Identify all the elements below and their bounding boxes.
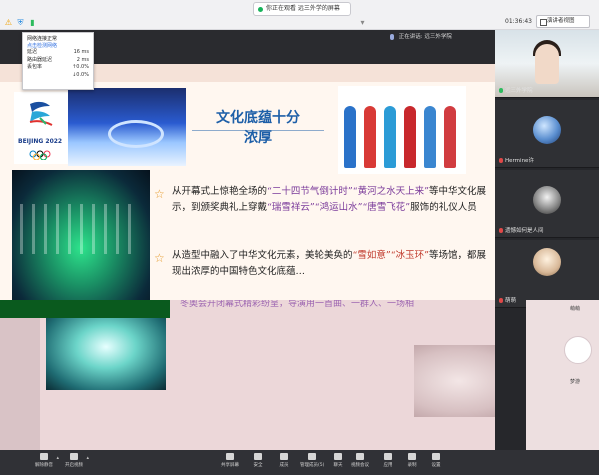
costume-figure <box>404 106 416 168</box>
security-button[interactable]: 安全 <box>246 453 270 473</box>
share-status-dot <box>258 7 263 12</box>
winter-olympics-emblem-icon <box>29 101 53 126</box>
record-button[interactable]: 录制 <box>400 453 424 473</box>
participant-name: 萌萌 <box>499 296 516 304</box>
shield-icon <box>254 453 262 460</box>
members-button[interactable]: 成员 <box>272 453 296 473</box>
shared-slide: BEIJING 2022 文化底蕴十分 浓厚 ☆ 从开幕式上惊艳全场的“二十四节… <box>0 64 495 300</box>
network-ok-text: 网络连接正常 <box>27 36 58 42</box>
mic-muted-icon <box>499 228 503 233</box>
costume-figure <box>364 106 376 168</box>
slide-title-line2: 浓厚 <box>244 130 272 146</box>
chevron-down-icon[interactable]: ▾ <box>358 18 367 27</box>
mic-icon <box>499 88 503 93</box>
people-icon <box>280 453 288 460</box>
mic-muted-icon <box>499 298 503 303</box>
share-icon <box>226 453 234 460</box>
chat-icon <box>334 453 342 460</box>
network-row: 延迟 16 ms <box>27 49 89 55</box>
avatar <box>564 336 592 364</box>
beijing-2022-logo: BEIJING 2022 <box>14 92 68 164</box>
logo-text: BEIJING 2022 <box>18 138 63 145</box>
mosaic-image <box>414 345 495 417</box>
network-row: 路由器延迟 2 ms <box>27 56 89 63</box>
speaker-view-label: 演讲者视图 <box>547 18 575 24</box>
mute-button[interactable]: 解除静音 ▴ <box>32 453 59 473</box>
users-icon <box>308 453 316 460</box>
paragraph-2: 从造型中融入了中华文化元素，美轮美奂的“雪如意”“冰玉环”等场馆，都展现出浓厚的… <box>172 250 486 277</box>
performers-shape <box>20 204 140 254</box>
costume-figure <box>344 106 356 168</box>
gear-icon <box>432 453 440 460</box>
participant-video <box>535 44 559 84</box>
star-bullet-icon: ☆ <box>154 187 165 201</box>
right-lower-label: 萌萌 <box>570 306 581 312</box>
stadium-ring-shape <box>108 120 164 148</box>
chevron-up-icon[interactable]: ▴ <box>86 455 89 461</box>
speaker-view-button[interactable]: 演讲者视图 <box>536 15 590 28</box>
slide-title-line1: 文化底蕴十分 <box>216 110 300 126</box>
record-icon <box>408 453 416 460</box>
ceremony-costumes-photo <box>338 86 466 174</box>
participant-tile[interactable]: 遗憾如何是人间 <box>495 170 599 238</box>
network-status-popup: 网络连接正常 点击检测网络 延迟 16 ms 路由器延迟 2 ms 丢包率 ↑0.0%… <box>22 32 94 90</box>
signal-icon[interactable]: ▮ <box>28 18 37 27</box>
title-divider <box>192 130 324 131</box>
avatar <box>533 186 561 214</box>
participant-tile[interactable]: 远三外学院 <box>495 30 599 98</box>
mic-icon <box>40 453 48 460</box>
video-icon <box>356 453 364 460</box>
settings-button[interactable]: 设置 <box>424 453 448 473</box>
share-banner-text: 你正在观看 远三外学的屏幕 <box>266 5 340 12</box>
chat-button[interactable]: 聊天 <box>326 453 350 473</box>
video-button[interactable]: 开启视频 ▴ <box>62 453 89 473</box>
shared-screen-lower: 冬奥会开闭幕式精彩纷呈，导演用一首曲、一群人、一场相 <box>0 300 495 450</box>
warning-icon[interactable]: ⚠ <box>4 18 13 27</box>
paragraph-1: 从开幕式上惊艳全场的“二十四节气倒计时”“黄河之水天上来”等中华文化展示，到颁奖… <box>172 186 486 213</box>
distorted-text-line: 冬奥会开闭幕式精彩纷呈，导演用一首曲、一群人、一场相 <box>180 300 415 309</box>
chevron-up-icon[interactable]: ▴ <box>56 455 59 461</box>
speaking-indicator: 正在讲话: 远三外学院 <box>390 32 452 40</box>
share-screen-button[interactable]: 共享屏幕 <box>218 453 242 473</box>
meeting-toolbar: 解除静音 ▴ 开启视频 ▴ 共享屏幕 安全 成员 管理成员(5) 聊天 视频会议 应… <box>0 450 599 475</box>
network-detect-link[interactable]: 点击检测网络 <box>27 42 89 49</box>
screen-share-banner[interactable]: 你正在观看 远三外学的屏幕 <box>253 2 351 16</box>
stadium-photo <box>68 88 186 166</box>
apps-button[interactable]: 应用 <box>376 453 400 473</box>
camera-icon <box>70 453 78 460</box>
network-row: ↓0.0% <box>72 71 89 78</box>
slide-title: 文化底蕴十分 浓厚 <box>188 108 328 148</box>
avatar <box>533 116 561 144</box>
network-row: 丢包率 ↑0.0% <box>27 64 89 70</box>
star-bullet-icon: ☆ <box>154 251 165 265</box>
costume-figure <box>444 106 456 168</box>
costume-figure <box>384 106 396 168</box>
meeting-app: ⚠ ⛨ ▮ 你正在观看 远三外学的屏幕 ▾ 01:36:43 演讲者视图 正在讲… <box>0 0 599 475</box>
participant-tile[interactable]: 萌萌 <box>495 240 599 308</box>
shield-icon[interactable]: ⛨ <box>16 18 25 27</box>
manage-members-button[interactable]: 管理成员(5) <box>300 453 324 473</box>
grid-icon <box>384 453 392 460</box>
olympic-rings-icon <box>29 150 51 160</box>
left-panel <box>0 318 40 450</box>
meeting-timer: 01:36:43 <box>505 18 532 25</box>
stage-photo <box>46 318 166 390</box>
mic-muted-icon <box>499 158 503 163</box>
speaking-label: 正在讲话: 远三外学院 <box>398 34 452 40</box>
mic-icon <box>390 33 394 40</box>
top-bar: ⚠ ⛨ ▮ 你正在观看 远三外学的屏幕 ▾ 01:36:43 演讲者视图 <box>0 0 599 30</box>
decode-artifact-bar <box>0 300 170 318</box>
participant-name: 远三外学院 <box>499 86 533 94</box>
participant-tile[interactable]: Hermine许 <box>495 100 599 168</box>
avatar <box>533 248 561 276</box>
right-lower-panel: 萌萌 梦游 <box>526 300 599 450</box>
video-conference-button[interactable]: 视频会议 <box>348 453 372 473</box>
costume-figure <box>424 106 436 168</box>
opening-ceremony-photo <box>12 170 150 300</box>
participant-name: Hermine许 <box>499 156 534 164</box>
right-lower-label: 梦游 <box>570 379 581 385</box>
participant-name: 遗憾如何是人间 <box>499 226 544 234</box>
